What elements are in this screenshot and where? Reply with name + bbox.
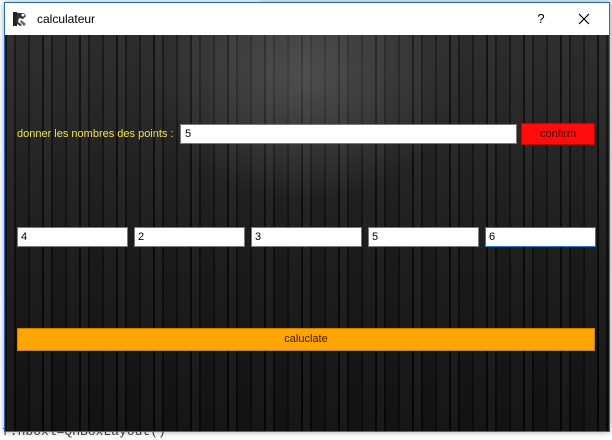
python-app-icon [13,12,26,26]
calculator-window: calculateur ? donner les nombres des poi… [4,2,610,432]
point-count-input[interactable] [180,124,517,144]
point-input-3[interactable] [251,227,362,247]
point-input-2[interactable] [134,227,245,247]
point-count-label: donner les nombres des points : [17,128,174,140]
calculator-panel: donner les nombres des points : confirm … [5,35,609,431]
point-input-5[interactable] [485,227,596,247]
window-title: calculateur [37,12,96,26]
close-button[interactable] [561,3,607,35]
calculate-button[interactable]: caluclate [17,328,595,351]
title-bar[interactable]: calculateur ? [5,3,609,35]
confirm-button[interactable]: confirm [521,123,595,145]
help-button[interactable]: ? [521,3,561,35]
point-input-4[interactable] [368,227,479,247]
close-icon [578,13,590,25]
point-input-1[interactable] [17,227,128,247]
